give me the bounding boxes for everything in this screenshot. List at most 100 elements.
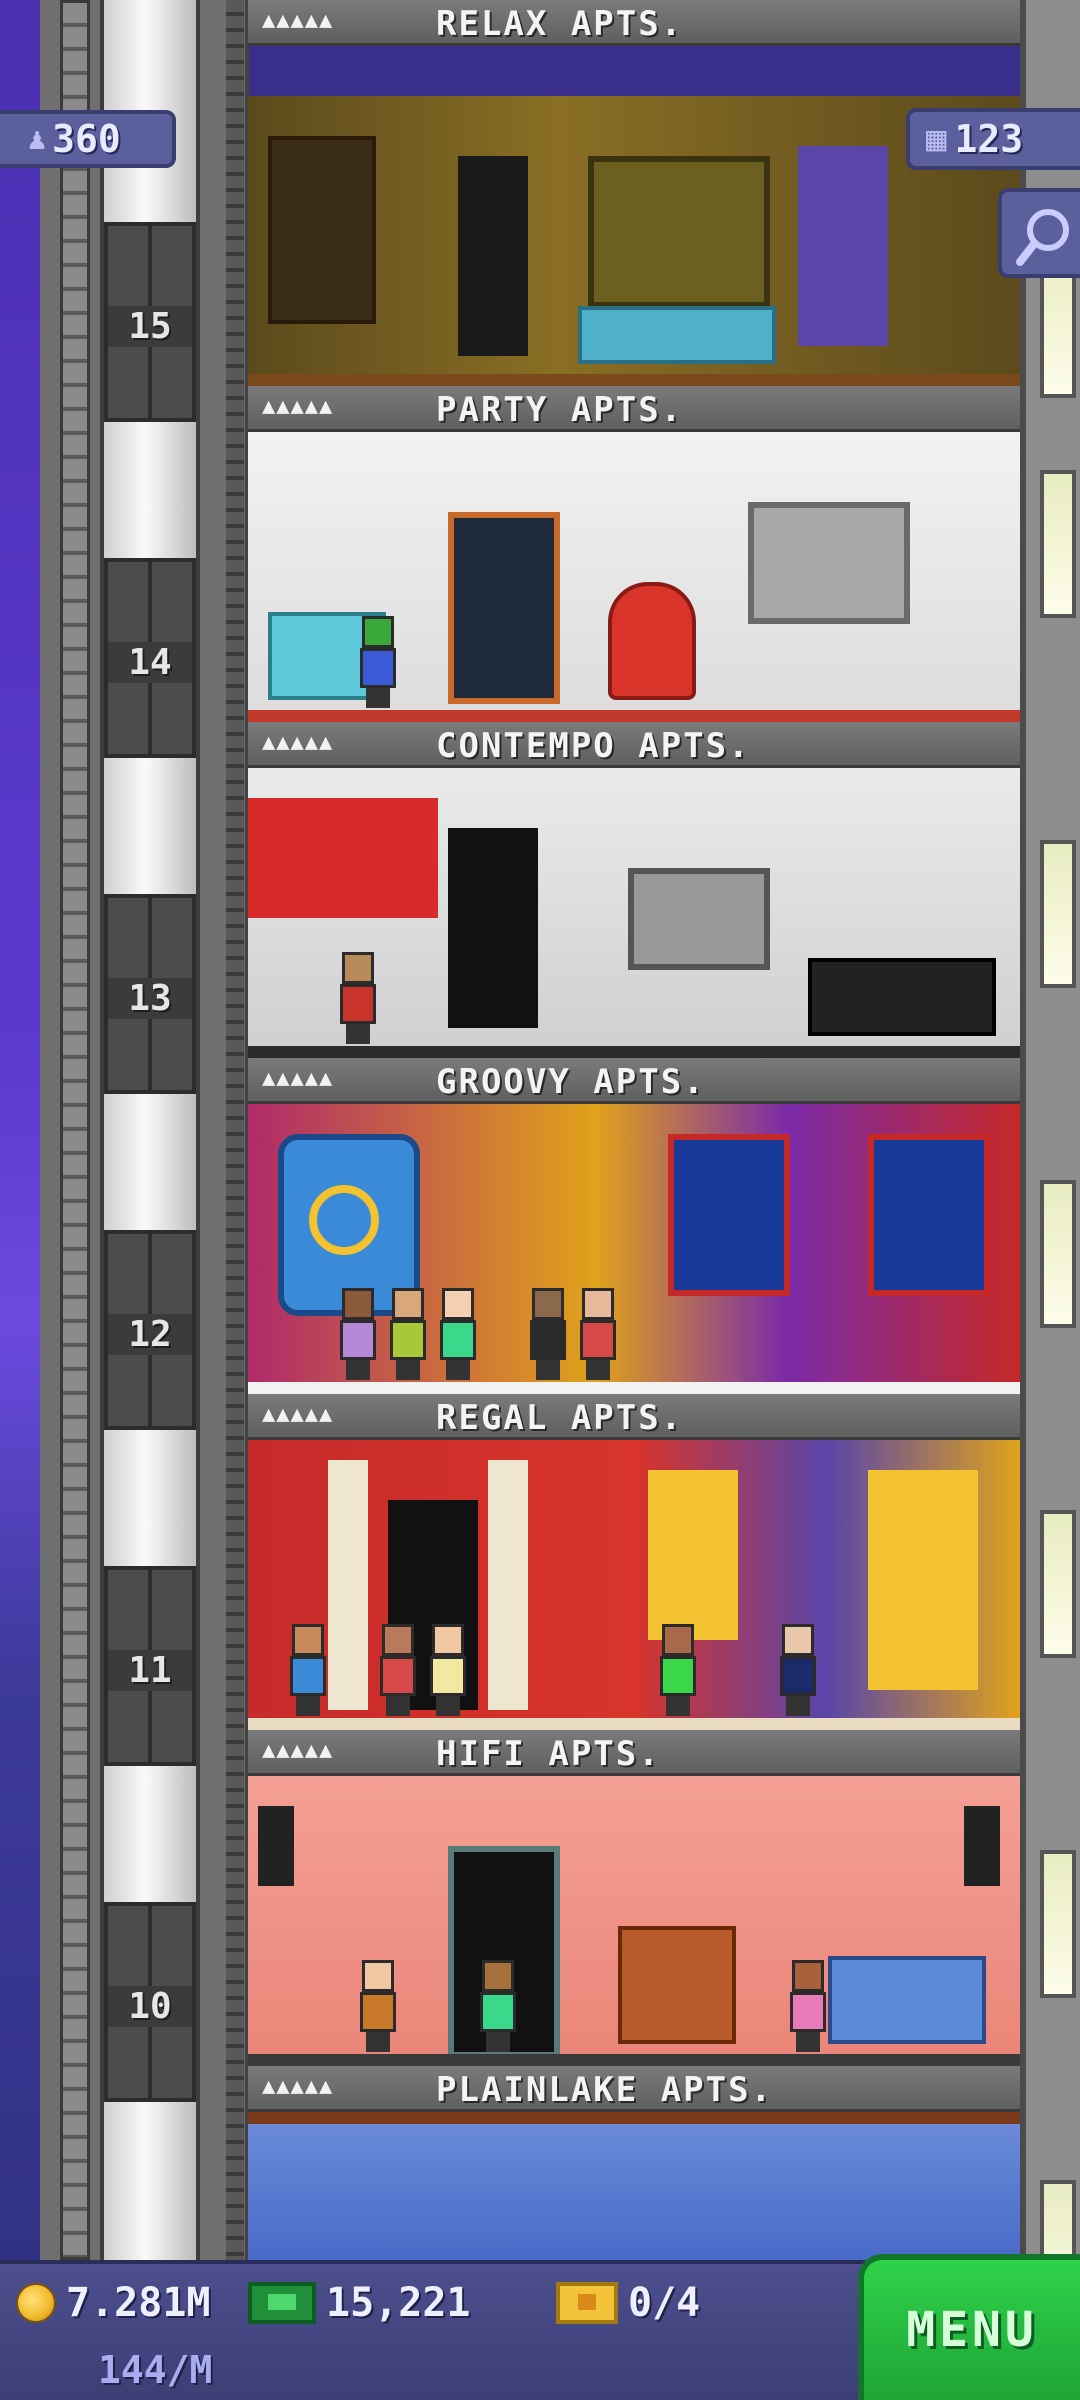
union-jack-flag (668, 1134, 790, 1296)
floor-9-room[interactable] (248, 2112, 1020, 2260)
elevator-door-floor-10[interactable]: 10 (104, 1902, 196, 2102)
floor-number: 15 (108, 306, 192, 347)
floor-12-room[interactable]: ▲▲▲▲▲ REGAL APTS. (248, 1104, 1020, 1440)
tower-window (1040, 1180, 1076, 1328)
floor-name: PLAINLAKE APTS. (436, 2070, 774, 2110)
room-floor (248, 1046, 1020, 1058)
room-interior (248, 1440, 1020, 1730)
union-jack-flag (868, 1134, 990, 1296)
tenant[interactable] (788, 1960, 828, 2052)
tower-window (1040, 1850, 1076, 1998)
tower-window (1040, 470, 1076, 618)
elevator-door-floor-14[interactable]: 14 (104, 558, 196, 758)
floor-number: 14 (108, 642, 192, 683)
tower-pillar (226, 0, 244, 2260)
floor-name: CONTEMPO APTS. (436, 726, 751, 766)
person-icon: ♟ (28, 121, 47, 157)
population-badge[interactable]: ♟ 360 (0, 110, 176, 168)
room-window (268, 136, 376, 324)
room-interior (248, 768, 1020, 1058)
room-wall-panel (248, 798, 438, 918)
tenant[interactable] (288, 1624, 328, 1716)
floor-banner: ▲▲▲▲▲ PLAINLAKE APTS. (248, 2066, 1020, 2112)
floor-stars: ▲▲▲▲▲ (262, 1402, 334, 1427)
coins-display[interactable]: 7.281M (16, 2280, 211, 2326)
floor-11-room[interactable]: ▲▲▲▲▲ HIFI APTS. (248, 1440, 1020, 1776)
menu-button[interactable]: MENU (858, 2254, 1080, 2400)
room-floor (248, 2054, 1020, 2066)
room-interior (248, 432, 1020, 722)
floor-name: GROOVY APTS. (436, 1062, 706, 1102)
floor-banner: ▲▲▲▲▲ CONTEMPO APTS. (248, 722, 1020, 768)
tenant[interactable] (578, 1288, 618, 1380)
floor-name: REGAL APTS. (436, 1398, 684, 1438)
elevator-door-floor-11[interactable]: 11 (104, 1566, 196, 1766)
floor-stars: ▲▲▲▲▲ (262, 394, 334, 419)
tenant[interactable] (358, 616, 398, 708)
elevator-rail (60, 0, 90, 2260)
bux-display[interactable]: 15,221 (248, 2280, 471, 2326)
floor-14-room[interactable]: ▲▲▲▲▲ CONTEMPO APTS. (248, 432, 1020, 768)
floor-number: 11 (108, 1650, 192, 1691)
room-interior (248, 1776, 1020, 2066)
elevator-door-floor-12[interactable]: 12 (104, 1230, 196, 1430)
floor-stars: ▲▲▲▲▲ (262, 2074, 334, 2099)
coin-icon (16, 2283, 56, 2323)
floor-number: 12 (108, 1314, 192, 1355)
room-curtain (648, 1470, 738, 1640)
tenant[interactable] (358, 1960, 398, 2052)
floor-name: RELAX APTS. (436, 4, 684, 44)
tower-window (1040, 1510, 1076, 1658)
room-interior (248, 2112, 1020, 2260)
coin-rate: 144/M (98, 2348, 213, 2392)
elevator-door-floor-13[interactable]: 13 (104, 894, 196, 1094)
room-column (328, 1460, 368, 1710)
room-alcove (798, 146, 888, 346)
room-bed (578, 306, 776, 364)
floor-name: PARTY APTS. (436, 390, 684, 430)
population-count: 360 (52, 117, 121, 161)
tenant[interactable] (338, 1288, 378, 1380)
floors-badge[interactable]: ▦ 123 (906, 108, 1080, 170)
floor-13-room[interactable]: ▲▲▲▲▲ GROOVY APTS. (248, 768, 1020, 1104)
ticket-icon (556, 2282, 618, 2324)
floor-number: 10 (108, 1986, 192, 2027)
tenant[interactable] (658, 1624, 698, 1716)
room-interior (248, 96, 1020, 386)
room-door (448, 512, 560, 704)
floor-stars: ▲▲▲▲▲ (262, 8, 334, 33)
tower-window (1040, 840, 1076, 988)
room-column (488, 1460, 528, 1710)
tenant[interactable] (528, 1288, 568, 1380)
floor-16-room[interactable]: ▲▲▲▲▲ RELAX APTS. (248, 0, 1020, 96)
room-door (448, 828, 538, 1028)
room-headboard (588, 156, 770, 308)
room-floor (248, 374, 1020, 386)
floor-stars: ▲▲▲▲▲ (262, 1066, 334, 1091)
bux-icon (248, 2282, 316, 2324)
room-egg-chair (608, 582, 696, 700)
tenant[interactable] (438, 1288, 478, 1380)
floor-banner: ▲▲▲▲▲ GROOVY APTS. (248, 1058, 1020, 1104)
room-tv (748, 502, 910, 624)
floor-name: HIFI APTS. (436, 1734, 661, 1774)
room-floor (248, 1718, 1020, 1730)
menu-label: MENU (906, 2302, 1038, 2358)
room-speaker (964, 1806, 1000, 1886)
floor-banner: ▲▲▲▲▲ RELAX APTS. (248, 0, 1020, 46)
building-icon: ▦ (926, 119, 947, 159)
room-door (458, 156, 528, 356)
room-bed (808, 958, 996, 1036)
tenant[interactable] (388, 1288, 428, 1380)
tenant[interactable] (378, 1624, 418, 1716)
elevator-door-floor-15[interactable]: 15 (104, 222, 196, 422)
tenant[interactable] (478, 1960, 518, 2052)
floor-10-room[interactable]: ▲▲▲▲▲ PLAINLAKE APTS. (248, 1776, 1020, 2112)
tenant[interactable] (428, 1624, 468, 1716)
tickets-display[interactable]: 0/4 (556, 2280, 700, 2326)
floor-banner: ▲▲▲▲▲ REGAL APTS. (248, 1394, 1020, 1440)
tenant[interactable] (338, 952, 378, 1044)
floor-15-room[interactable]: ▲▲▲▲▲ PARTY APTS. (248, 96, 1020, 432)
search-button[interactable] (998, 188, 1080, 278)
tenant[interactable] (778, 1624, 818, 1716)
